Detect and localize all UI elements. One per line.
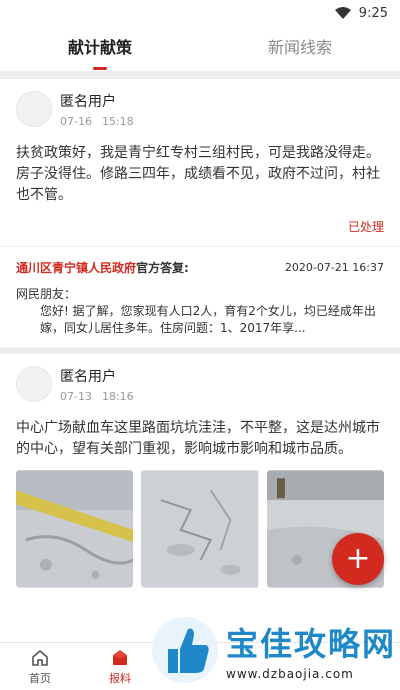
road-photo-1 xyxy=(16,470,134,588)
wifi-icon xyxy=(334,7,351,19)
nav-label: 首页 xyxy=(29,671,51,685)
status-time: 9:25 xyxy=(358,5,388,21)
post-image[interactable] xyxy=(16,470,134,588)
post-images xyxy=(16,470,384,588)
nav-item-report[interactable]: 报料 xyxy=(80,643,160,690)
post-time: 15:18 xyxy=(101,115,134,128)
reply-tag: 官方答复: xyxy=(136,261,189,275)
watermark: 宝佳攻略网 www.dzbaojia.com xyxy=(150,610,400,690)
post-card[interactable]: 匿名用户 07-16 15:18 扶贫政策好，我是青宁红专村三组村民，可是我路没得… xyxy=(0,79,400,347)
add-post-button[interactable]: + xyxy=(332,533,384,585)
top-tabs: 献计献策 新闻线索 xyxy=(0,26,400,72)
reply-datetime: 2020-07-21 16:37 xyxy=(284,261,384,274)
home-icon xyxy=(32,649,48,666)
official-reply[interactable]: 通川区青宁镇人民政府官方答复: 2020-07-21 16:37 网民朋友： 您… xyxy=(0,246,400,347)
post-author: 匿名用户 07-16 15:18 xyxy=(16,91,384,139)
post-date: 07-13 xyxy=(60,390,92,403)
road-photo-2 xyxy=(141,470,259,588)
reply-greeting: 网民朋友： xyxy=(16,287,77,301)
watermark-title: 宝佳攻略网 xyxy=(226,625,397,663)
author-name: 匿名用户 xyxy=(60,369,116,385)
post-time: 18:16 xyxy=(101,390,134,403)
status-badge: 已处理 xyxy=(347,220,384,234)
reply-body: 您好! 据了解，您家现有人口2人，育有2个女儿，均已经成年出嫁，同女儿居住多年。… xyxy=(40,304,376,335)
plus-icon: + xyxy=(345,541,371,576)
post-date: 07-16 xyxy=(60,115,92,128)
avatar xyxy=(16,91,52,127)
post-author: 匿名用户 07-13 18:16 xyxy=(16,366,384,414)
tab-news-tips[interactable]: 新闻线索 xyxy=(200,34,400,64)
report-icon xyxy=(113,649,127,665)
author-name: 匿名用户 xyxy=(60,94,116,110)
post-content: 中心广场献血车这里路面坑坑洼洼，不平整，这是达州城市的中心，望有关部门重视，影响… xyxy=(16,420,380,457)
nav-label: 报料 xyxy=(109,671,131,685)
nav-item-home[interactable]: 首页 xyxy=(0,643,80,690)
status-bar: 9:25 xyxy=(0,0,400,26)
avatar xyxy=(16,366,52,402)
post-timestamp: 07-13 18:16 xyxy=(60,390,144,403)
reply-org: 通川区青宁镇人民政府 xyxy=(16,261,137,275)
post-timestamp: 07-16 15:18 xyxy=(60,115,144,128)
post-image[interactable] xyxy=(141,470,259,588)
post-content: 扶贫政策好，我是青宁红专村三组村民，可是我路没得走。房子没得住。修路三四年，成绩… xyxy=(16,145,380,203)
thumbs-up-icon xyxy=(152,617,218,683)
watermark-url: www.dzbaojia.com xyxy=(226,667,354,681)
divider xyxy=(0,72,400,79)
divider xyxy=(0,347,400,354)
tab-suggestions[interactable]: 献计献策 xyxy=(0,34,200,64)
